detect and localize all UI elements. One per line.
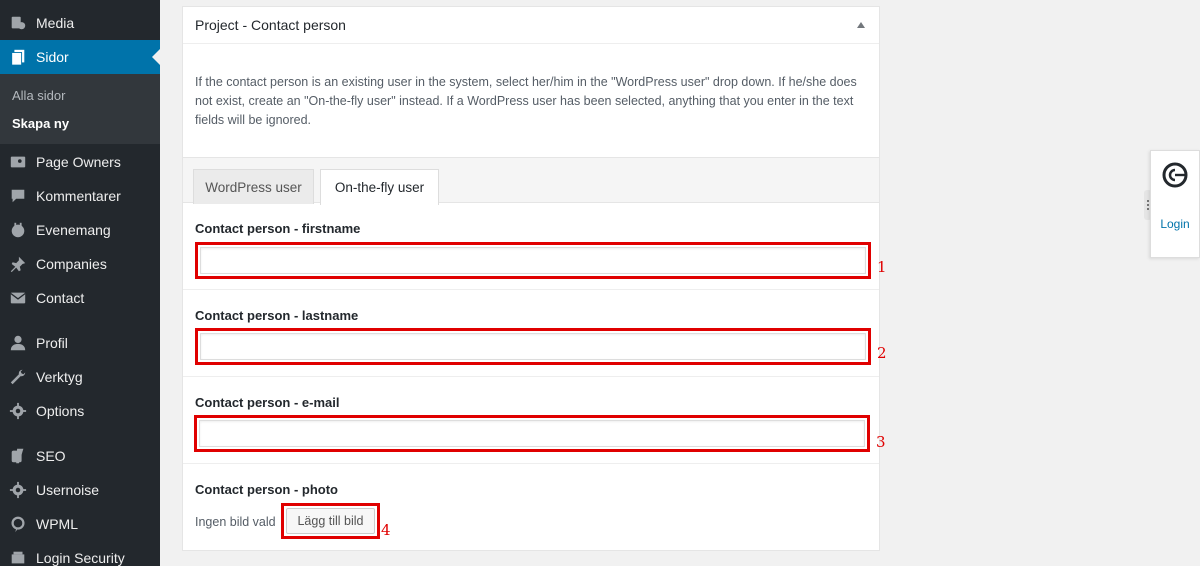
sidebar-item-login-security[interactable]: Login Security <box>0 541 160 566</box>
sidebar-item-label: Options <box>36 403 85 419</box>
sidebar-item-profil[interactable]: Profil <box>0 326 160 360</box>
submenu-item-alla-sidor[interactable]: Alla sidor <box>12 88 65 103</box>
metabox-description: If the contact person is an existing use… <box>195 75 857 127</box>
email-label: Contact person - e-mail <box>195 395 340 410</box>
sidebar-item-page-owners[interactable]: Page Owners <box>0 145 160 179</box>
sidebar-item-contact[interactable]: Contact <box>0 281 160 315</box>
firstname-label: Contact person - firstname <box>195 221 361 236</box>
sidebar-item-label: Verktyg <box>36 369 83 385</box>
sidebar-item-kommentarer[interactable]: Kommentarer <box>0 179 160 213</box>
metabox-header[interactable]: Project - Contact person <box>183 7 879 44</box>
sidebar-item-wpml[interactable]: WPML <box>0 507 160 541</box>
sidebar-item-label: Contact <box>36 290 85 306</box>
submenu-item-skapa-ny[interactable]: Skapa ny <box>12 116 69 131</box>
sidebar-item-label: Usernoise <box>36 482 100 498</box>
sidebar-item-options[interactable]: Options <box>0 394 160 428</box>
calendar-icon <box>0 221 36 239</box>
sidebar-item-label: Page Owners <box>36 154 121 170</box>
firstname-section: Contact person - firstname 1 <box>183 203 887 290</box>
sidebar-item-evenemang[interactable]: Evenemang <box>0 213 160 247</box>
firstname-highlight <box>195 242 871 279</box>
gear-icon <box>0 481 36 499</box>
sidebar-item-companies[interactable]: Companies <box>0 247 160 281</box>
lastname-label: Contact person - lastname <box>195 308 359 323</box>
page-owners-icon <box>0 153 36 171</box>
sidebar-item-media[interactable]: Media <box>0 6 160 40</box>
sidebar-item-label: Media <box>36 15 75 31</box>
pages-icon <box>0 48 36 66</box>
photo-label: Contact person - photo <box>195 482 338 497</box>
tab-wordpress-user[interactable]: WordPress user <box>193 169 314 204</box>
yoast-icon <box>0 447 36 465</box>
email-input[interactable] <box>199 420 865 447</box>
photo-status: Ingen bild vald <box>195 515 276 529</box>
sidebar-item-label: Companies <box>36 256 107 272</box>
sidebar-item-label: Profil <box>36 335 68 351</box>
sidebar-item-usernoise[interactable]: Usernoise <box>0 473 160 507</box>
contact-person-metabox: Project - Contact person If the contact … <box>182 6 887 551</box>
login-widget: Login <box>1150 150 1200 258</box>
admin-sidebar: Media Sidor Alla sidor Skapa ny Page Own… <box>0 0 160 566</box>
sidebar-item-sidor[interactable]: Sidor <box>0 40 160 74</box>
sidebar-item-label: Sidor <box>36 49 69 65</box>
lastname-input[interactable] <box>200 333 866 360</box>
gear-icon <box>0 402 36 420</box>
security-icon <box>0 549 36 566</box>
wpml-icon <box>0 515 36 533</box>
pin-icon <box>0 255 36 273</box>
lastname-section: Contact person - lastname 2 <box>183 290 887 377</box>
email-highlight <box>194 415 870 452</box>
wrench-icon <box>0 368 36 386</box>
comments-icon <box>0 187 36 205</box>
sidebar-submenu: Alla sidor Skapa ny <box>0 74 160 144</box>
sidebar-item-label: Login Security <box>36 550 125 566</box>
collapse-arrow-icon[interactable] <box>857 22 865 28</box>
lastname-highlight <box>195 328 871 365</box>
user-type-tabs: WordPress user On-the-fly user <box>183 157 879 205</box>
metabox-title: Project - Contact person <box>195 17 346 33</box>
email-section: Contact person - e-mail 3 <box>183 377 886 464</box>
mail-icon <box>0 289 36 307</box>
sidebar-item-verktyg[interactable]: Verktyg <box>0 360 160 394</box>
sidebar-item-label: SEO <box>36 448 66 464</box>
annotation-4: 4 <box>381 521 391 539</box>
sidebar-item-seo[interactable]: SEO <box>0 439 160 473</box>
annotation-3: 3 <box>876 433 886 451</box>
tab-on-the-fly-user[interactable]: On-the-fly user <box>320 169 439 205</box>
widget-logo-icon <box>1162 162 1188 188</box>
user-icon <box>0 334 36 352</box>
sidebar-item-label: WPML <box>36 516 78 532</box>
media-icon <box>0 14 36 32</box>
firstname-input[interactable] <box>200 247 866 274</box>
add-image-button[interactable]: Lägg till bild <box>286 508 375 534</box>
annotation-2: 2 <box>877 344 887 362</box>
sidebar-item-label: Evenemang <box>36 222 111 238</box>
add-image-highlight: Lägg till bild <box>281 503 380 539</box>
sidebar-item-label: Kommentarer <box>36 188 121 204</box>
widget-login-link[interactable]: Login <box>1151 217 1199 231</box>
annotation-1: 1 <box>877 258 887 276</box>
